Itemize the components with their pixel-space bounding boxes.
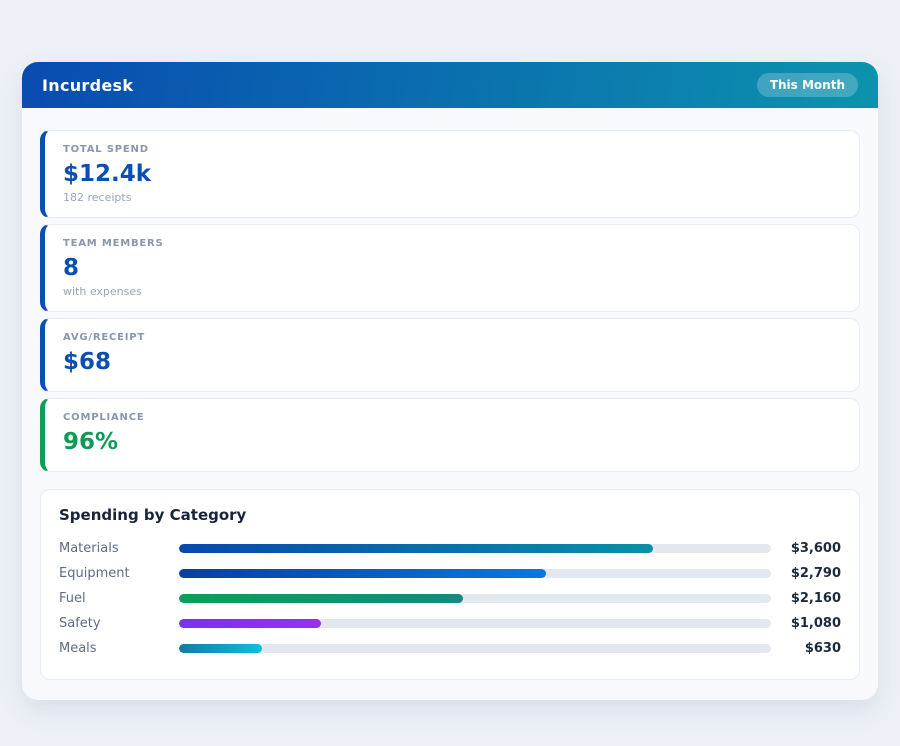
spending-by-category-chart: Spending by Category Materials $3,600 Equi… [40, 489, 860, 680]
stat-card-team-members: TEAM MEMBERS 8 with expenses [40, 224, 860, 312]
bar-value-label: $3,600 [790, 541, 841, 556]
stat-value: $12.4k [63, 161, 152, 187]
stat-value: 8 [63, 255, 80, 281]
bar-category-label: Fuel [59, 591, 86, 606]
dashboard-body: TOTAL SPEND $12.4k 182 receipts TEAM MEM… [22, 108, 878, 680]
stat-subtext: with expenses [63, 285, 142, 298]
bar-track [179, 594, 771, 603]
chart-title: Spending by Category [59, 506, 247, 524]
bar-fill [179, 569, 547, 578]
bar-value-label: $630 [804, 641, 841, 656]
app-header: Incurdesk This Month [22, 62, 878, 108]
app-title: Incurdesk [42, 75, 134, 95]
bar-category-label: Equipment [59, 566, 130, 581]
chart-rows: Materials $3,600 Equipment $2,790 Fuel $2,160… [59, 536, 841, 661]
bar-row-fuel: Fuel $2,160 [59, 586, 841, 611]
bar-track [179, 619, 771, 628]
dashboard-panel: Incurdesk This Month TOTAL SPEND $12.4k … [22, 62, 878, 700]
stat-value: $68 [63, 349, 112, 375]
stat-value: 96% [63, 429, 119, 455]
bar-track [179, 569, 771, 578]
bar-fill [179, 544, 653, 553]
stat-subtext: 182 receipts [63, 191, 132, 204]
bar-fill [179, 644, 262, 653]
stat-card-avg-receipt: AVG/RECEIPT $68 [40, 318, 860, 392]
bar-value-label: $1,080 [790, 616, 841, 631]
bar-row-meals: Meals $630 [59, 636, 841, 661]
stat-label: AVG/RECEIPT [63, 332, 146, 343]
stat-label: COMPLIANCE [63, 412, 145, 423]
bar-track [179, 544, 771, 553]
bar-category-label: Meals [59, 641, 97, 656]
bar-row-safety: Safety $1,080 [59, 611, 841, 636]
stat-label: TEAM MEMBERS [63, 238, 164, 249]
bar-category-label: Safety [59, 616, 101, 631]
stat-card-total-spend: TOTAL SPEND $12.4k 182 receipts [40, 130, 860, 218]
bar-row-materials: Materials $3,600 [59, 536, 841, 561]
stat-label: TOTAL SPEND [63, 144, 149, 155]
bar-track [179, 644, 771, 653]
bar-fill [179, 619, 322, 628]
stat-card-compliance: COMPLIANCE 96% [40, 398, 860, 472]
bar-value-label: $2,160 [790, 591, 841, 606]
bar-fill [179, 594, 464, 603]
bar-value-label: $2,790 [790, 566, 841, 581]
period-filter-badge[interactable]: This Month [756, 73, 858, 97]
bar-row-equipment: Equipment $2,790 [59, 561, 841, 586]
bar-category-label: Materials [59, 541, 119, 556]
